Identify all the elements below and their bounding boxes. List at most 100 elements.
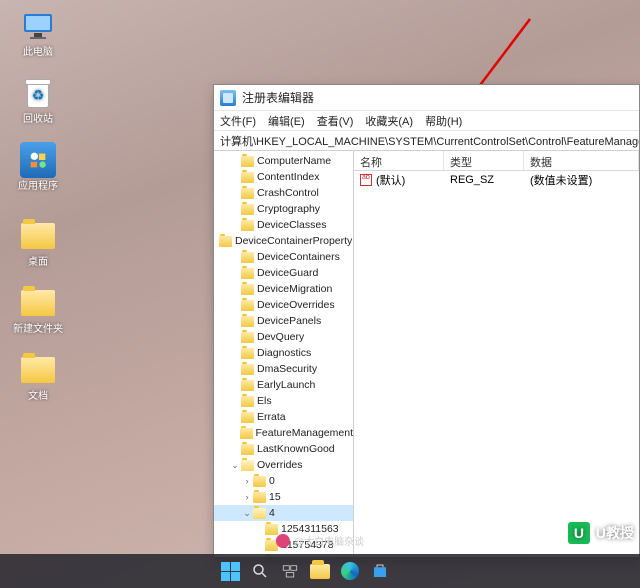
folder-icon: [241, 268, 254, 279]
desktop-icon-label: 新建文件夹: [13, 324, 63, 336]
desktop-icon-label: 回收站: [23, 114, 53, 126]
tree-node[interactable]: DeviceClasses: [214, 217, 353, 233]
value-name: (默认): [376, 172, 405, 188]
tree-node[interactable]: DmaSecurity: [214, 361, 353, 377]
tree-node[interactable]: ⌄ Overrides: [214, 457, 353, 473]
tree-node-label: ContentIndex: [257, 171, 319, 183]
titlebar[interactable]: 注册表编辑器: [214, 85, 639, 111]
desktop-icon-label: 文档: [28, 391, 48, 403]
tree-node[interactable]: ›0: [214, 473, 353, 489]
col-name[interactable]: 名称: [354, 151, 444, 170]
tree-node[interactable]: DeviceGuard: [214, 265, 353, 281]
chevron-down-icon[interactable]: ⌄: [242, 508, 252, 519]
tree-node-label: Diagnostics: [257, 347, 311, 359]
tree-node[interactable]: Els: [214, 393, 353, 409]
folder-icon: [241, 284, 254, 295]
tree-node-label: DeviceOverrides: [257, 299, 335, 311]
tree-node[interactable]: CrashControl: [214, 185, 353, 201]
folder-icon: [241, 444, 254, 455]
tree-node-label: ComputerName: [257, 155, 331, 167]
list-body: (默认) REG_SZ(数值未设置): [354, 171, 639, 189]
tree-node[interactable]: ComputerName: [214, 153, 353, 169]
taskview-icon[interactable]: [279, 560, 301, 582]
watermark: U U教授: [568, 522, 634, 544]
folder-icon: [219, 236, 232, 247]
tree-node[interactable]: DeviceContainerPropertyUpda: [214, 233, 353, 249]
tree-view[interactable]: ComputerName ContentIndex CrashControl Cryp…: [214, 151, 354, 557]
recycle-bin-icon: ♻: [20, 75, 56, 111]
folder-icon: [241, 412, 254, 423]
folder-icon: [241, 204, 254, 215]
tree-node[interactable]: DevQuery: [214, 329, 353, 345]
window-title: 注册表编辑器: [242, 89, 314, 106]
tree-node[interactable]: DeviceMigration: [214, 281, 353, 297]
desktop-icon-folder2[interactable]: 新建文件夹: [8, 285, 68, 336]
menu-edit[interactable]: 编辑(E): [268, 113, 305, 129]
desktop-icon-label: 应用程序: [18, 181, 58, 193]
menu-file[interactable]: 文件(F): [220, 113, 256, 129]
edge-icon[interactable]: [339, 560, 361, 582]
list-view[interactable]: 名称 类型 数据 (默认) REG_SZ(数值未设置): [354, 151, 639, 557]
search-icon[interactable]: [249, 560, 271, 582]
value-type: REG_SZ: [444, 174, 524, 186]
folder-icon: [241, 396, 254, 407]
folder-icon: [241, 332, 254, 343]
folder-icon: [20, 218, 56, 254]
tree-node[interactable]: DevicePanels: [214, 313, 353, 329]
desktop-icon-apps[interactable]: 应用程序: [8, 142, 68, 193]
chevron-right-icon[interactable]: ›: [242, 492, 252, 502]
menu-view[interactable]: 查看(V): [317, 113, 354, 129]
tree-node-label: DeviceClasses: [257, 219, 326, 231]
watermark-logo-icon: U: [568, 522, 590, 544]
desktop-icon-thispc[interactable]: 此电脑: [8, 8, 68, 59]
tree-node-label: DevQuery: [257, 331, 304, 343]
tree-node[interactable]: EarlyLaunch: [214, 377, 353, 393]
tree-node[interactable]: DeviceContainers: [214, 249, 353, 265]
string-value-icon: [360, 174, 372, 186]
watermark-text: U教授: [596, 523, 634, 543]
tree-node[interactable]: Cryptography: [214, 201, 353, 217]
folder-icon: [241, 220, 254, 231]
tree-node[interactable]: ⌄4: [214, 505, 353, 521]
tree-node[interactable]: LastKnownGood: [214, 441, 353, 457]
tree-node-label: Errata: [257, 411, 286, 423]
tree-node-label: DeviceContainers: [257, 251, 340, 263]
chevron-down-icon[interactable]: ⌄: [230, 460, 240, 471]
col-type[interactable]: 类型: [444, 151, 524, 170]
tree-node[interactable]: ContentIndex: [214, 169, 353, 185]
value-data: (数值未设置): [524, 172, 639, 188]
menu-favorites[interactable]: 收藏夹(A): [365, 113, 413, 129]
folder-icon: [241, 188, 254, 199]
tree-node-label: CrashControl: [257, 187, 319, 199]
folder-icon: [241, 364, 254, 375]
tree-node-label: DeviceContainerPropertyUpda: [235, 235, 354, 247]
address-bar[interactable]: 计算机\HKEY_LOCAL_MACHINE\SYSTEM\CurrentCon…: [214, 131, 639, 151]
tree-node-label: Overrides: [257, 459, 303, 471]
folder-icon: [241, 252, 254, 263]
chevron-right-icon[interactable]: ›: [242, 476, 252, 486]
start-button[interactable]: [219, 560, 241, 582]
list-header[interactable]: 名称 类型 数据: [354, 151, 639, 171]
tree-node[interactable]: Diagnostics: [214, 345, 353, 361]
folder-icon: [241, 348, 254, 359]
desktop-icon-folder1[interactable]: 桌面: [8, 218, 68, 269]
desktop-icon-recyclebin[interactable]: ♻ 回收站: [8, 75, 68, 126]
author-tag: @大白电脑杂谈: [276, 533, 364, 548]
store-icon[interactable]: [369, 560, 391, 582]
tree-node[interactable]: ›15: [214, 489, 353, 505]
folder-icon: [241, 316, 254, 327]
folder-icon: [241, 156, 254, 167]
regedit-taskbar-icon[interactable]: [399, 560, 421, 582]
menu-help[interactable]: 帮助(H): [425, 113, 462, 129]
tree-node[interactable]: FeatureManagement: [214, 425, 353, 441]
folder-icon: [241, 380, 254, 391]
folder-icon: [253, 508, 266, 519]
tree-node[interactable]: DeviceOverrides: [214, 297, 353, 313]
list-row[interactable]: (默认) REG_SZ(数值未设置): [354, 171, 639, 189]
desktop-icon-folder3[interactable]: 文档: [8, 352, 68, 403]
col-data[interactable]: 数据: [524, 151, 639, 170]
tree-node-label: FeatureManagement: [256, 427, 353, 439]
tree-node-label: EarlyLaunch: [257, 379, 315, 391]
explorer-icon[interactable]: [309, 560, 331, 582]
tree-node[interactable]: Errata: [214, 409, 353, 425]
